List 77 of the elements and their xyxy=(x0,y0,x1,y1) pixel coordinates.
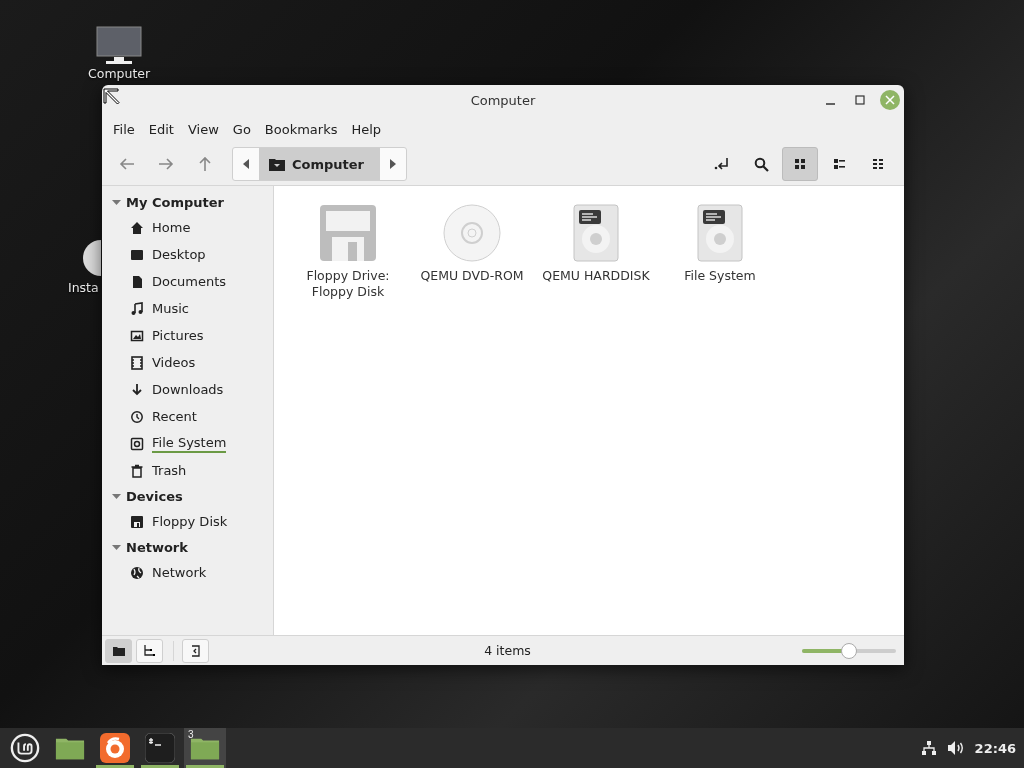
left-arrow-icon xyxy=(119,157,135,171)
search-icon xyxy=(753,156,769,172)
menu-item[interactable]: Go xyxy=(225,121,258,137)
sidebar-item[interactable]: Recent xyxy=(102,403,273,430)
return-arrow-icon xyxy=(714,157,730,171)
sidebar-item[interactable]: Documents xyxy=(102,268,273,295)
folder-icon xyxy=(112,645,125,656)
document-icon xyxy=(130,274,144,289)
sidebar-mode-button[interactable] xyxy=(105,638,132,663)
sidebar-item[interactable]: Music xyxy=(102,295,273,322)
compact-view-icon xyxy=(871,157,885,171)
drive-item[interactable]: QEMU HARDDISK xyxy=(534,204,658,284)
status-text: 4 items xyxy=(483,643,532,658)
desktop-icon-label[interactable]: Computer xyxy=(88,66,151,81)
menu-item[interactable]: View xyxy=(180,121,226,137)
zoom-slider[interactable] xyxy=(802,642,896,659)
floppy-icon xyxy=(130,514,144,529)
view-button[interactable] xyxy=(782,147,818,181)
clock[interactable]: 22:46 xyxy=(974,740,1016,756)
volume-icon[interactable] xyxy=(946,740,965,756)
sidebar-mode-button[interactable] xyxy=(136,638,163,663)
tree-icon xyxy=(144,645,155,656)
sidebar-toggle-icon xyxy=(190,644,201,657)
film-icon xyxy=(130,355,144,370)
monitor-icon xyxy=(96,26,143,66)
list-view-icon xyxy=(832,157,846,171)
globe-icon xyxy=(130,565,144,580)
path-button[interactable]: Computer xyxy=(259,148,381,180)
expanded-arrow-icon[interactable] xyxy=(112,197,121,207)
taskbar-app[interactable]: 3 xyxy=(184,728,226,768)
expanded-arrow-icon[interactable] xyxy=(112,542,121,552)
sidebar-item[interactable]: Desktop xyxy=(102,241,273,268)
menu-item[interactable]: Edit xyxy=(141,121,181,137)
sidebar-item[interactable]: Network xyxy=(102,559,273,586)
trash-icon xyxy=(130,463,144,478)
sidebar-item[interactable]: Home xyxy=(102,214,273,241)
mint-logo-icon xyxy=(10,732,40,764)
floppy-drive-icon xyxy=(319,204,377,262)
clock-icon xyxy=(130,409,144,424)
music-note-icon xyxy=(130,301,144,316)
desktop-icon-label[interactable]: Insta xyxy=(68,280,99,295)
sidebar-section-title: Devices xyxy=(126,488,183,504)
window-title: Computer xyxy=(470,92,536,108)
down-arrow-icon xyxy=(130,382,144,397)
maximize-icon xyxy=(855,95,865,105)
network-icon[interactable] xyxy=(920,740,937,756)
sidebar-item[interactable]: Downloads xyxy=(102,376,273,403)
drive-item[interactable]: QEMU DVD-ROM xyxy=(410,204,534,284)
expanded-arrow-icon[interactable] xyxy=(112,491,121,501)
grid-view-icon xyxy=(793,157,807,171)
left-triangle-icon xyxy=(243,159,249,169)
close-icon xyxy=(885,95,895,105)
sidebar-item[interactable]: File System xyxy=(102,430,273,457)
drive-item[interactable]: File System xyxy=(658,204,782,284)
desktop-icon xyxy=(130,247,144,262)
terminal-icon xyxy=(145,733,175,763)
sidebar-section-title: Network xyxy=(126,539,188,555)
menu-item[interactable]: Bookmarks xyxy=(257,121,345,137)
home-icon xyxy=(130,220,144,235)
cursor-icon xyxy=(103,88,121,106)
sidebar-item[interactable]: Trash xyxy=(102,457,273,484)
right-triangle-icon xyxy=(390,159,397,169)
sidebar-item[interactable]: Pictures xyxy=(102,322,273,349)
up-arrow-icon xyxy=(198,156,212,172)
sidebar-item[interactable]: Floppy Disk xyxy=(102,508,273,535)
disc-icon xyxy=(443,204,501,262)
minimize-icon xyxy=(825,103,835,105)
drive-item[interactable]: Floppy Drive: Floppy Disk xyxy=(286,204,410,300)
sidebar-section-title: My Computer xyxy=(126,194,224,210)
menu-item[interactable]: Help xyxy=(344,121,389,137)
menu-item[interactable]: File xyxy=(106,121,142,137)
picture-icon xyxy=(130,328,144,343)
right-arrow-icon xyxy=(158,157,174,171)
drive-icon xyxy=(130,436,144,451)
folder-icon xyxy=(269,157,285,171)
sidebar-toggle-button[interactable] xyxy=(182,638,209,663)
sidebar-item[interactable]: Videos xyxy=(102,349,273,376)
